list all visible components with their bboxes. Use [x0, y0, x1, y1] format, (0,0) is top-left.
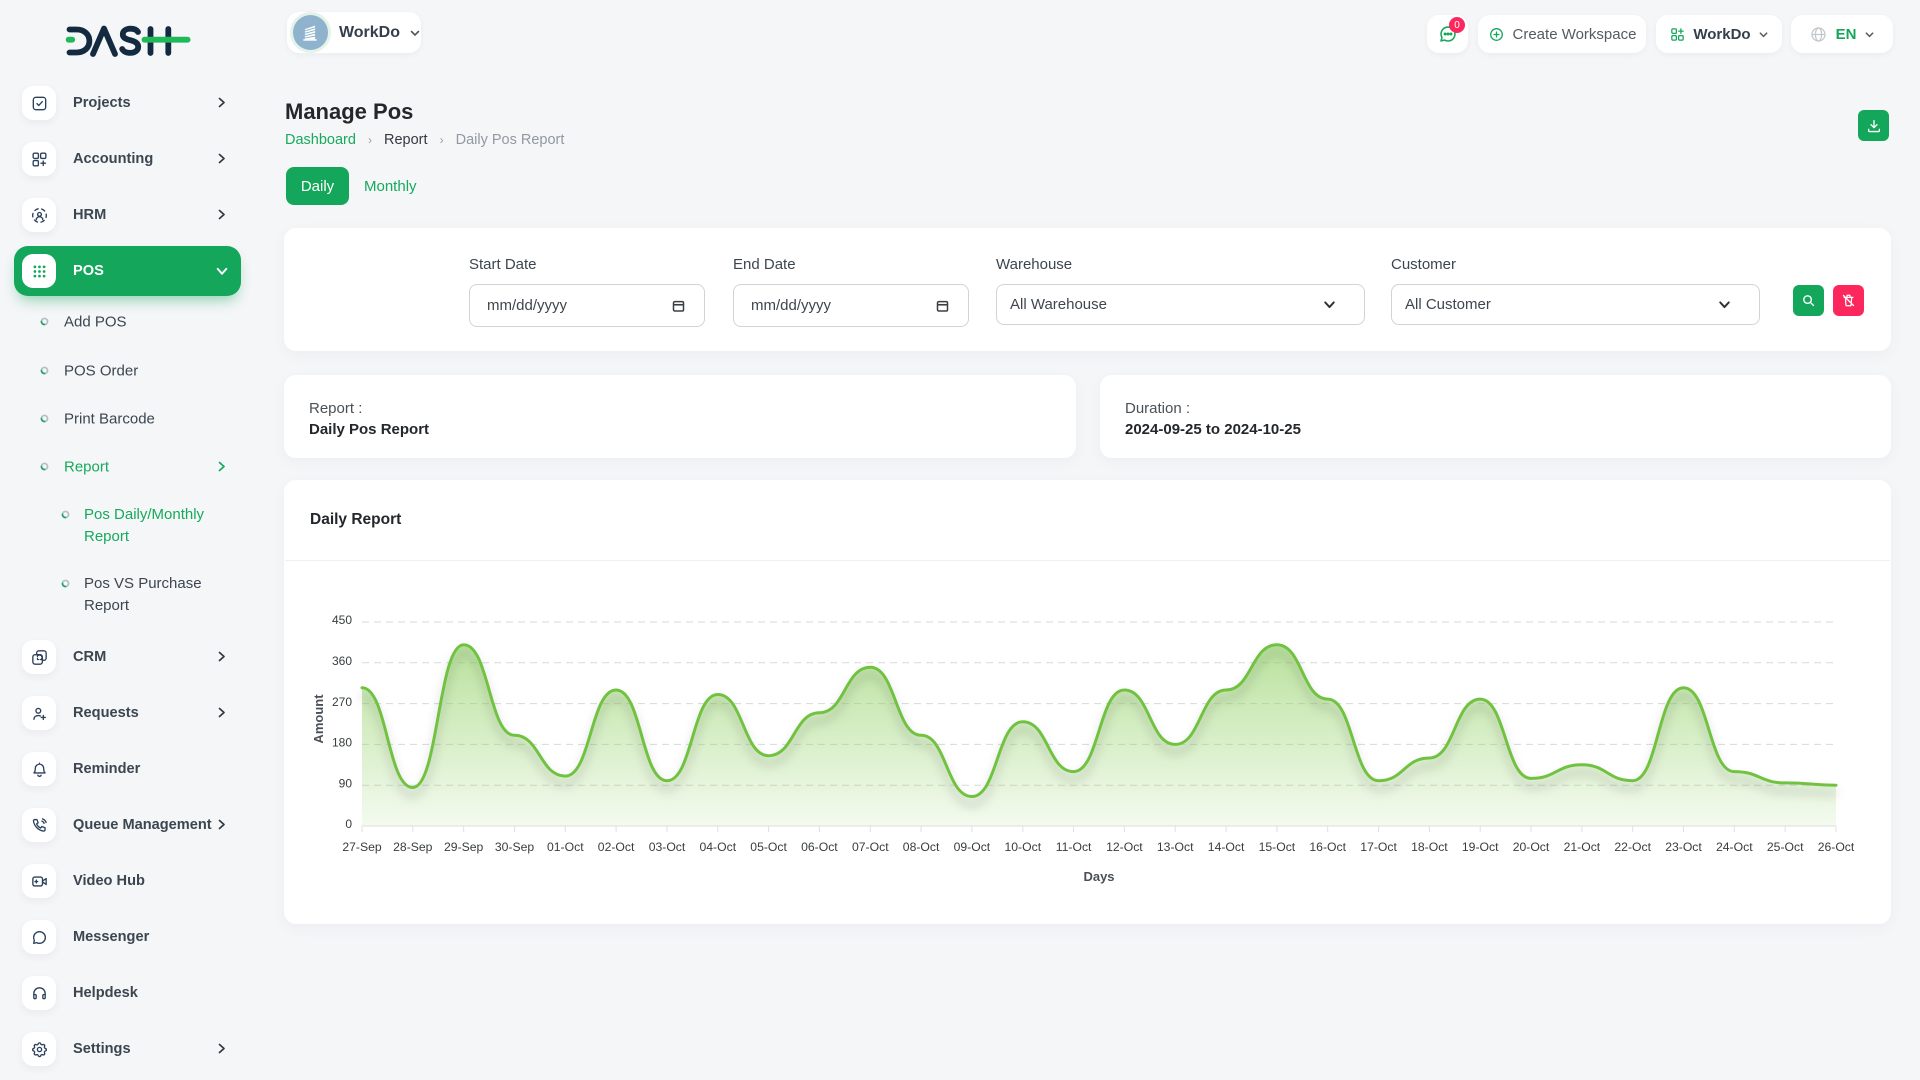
svg-text:03-Oct: 03-Oct	[649, 840, 686, 854]
svg-text:05-Oct: 05-Oct	[750, 840, 787, 854]
svg-text:450: 450	[332, 613, 352, 627]
svg-text:15-Oct: 15-Oct	[1259, 840, 1296, 854]
svg-text:270: 270	[332, 695, 352, 709]
svg-text:16-Oct: 16-Oct	[1309, 840, 1346, 854]
svg-text:19-Oct: 19-Oct	[1462, 840, 1499, 854]
svg-text:18-Oct: 18-Oct	[1411, 840, 1448, 854]
svg-text:04-Oct: 04-Oct	[700, 840, 737, 854]
svg-text:06-Oct: 06-Oct	[801, 840, 838, 854]
svg-text:Amount: Amount	[311, 694, 326, 744]
svg-text:Days: Days	[1083, 869, 1114, 884]
svg-text:11-Oct: 11-Oct	[1056, 840, 1092, 854]
svg-text:20-Oct: 20-Oct	[1513, 840, 1550, 854]
svg-text:360: 360	[332, 654, 352, 668]
svg-text:27-Sep: 27-Sep	[342, 840, 382, 854]
svg-text:26-Oct: 26-Oct	[1818, 840, 1855, 854]
svg-text:28-Sep: 28-Sep	[393, 840, 433, 854]
svg-text:22-Oct: 22-Oct	[1614, 840, 1651, 854]
svg-text:07-Oct: 07-Oct	[852, 840, 889, 854]
svg-text:14-Oct: 14-Oct	[1208, 840, 1245, 854]
svg-text:30-Sep: 30-Sep	[495, 840, 535, 854]
svg-text:24-Oct: 24-Oct	[1716, 840, 1753, 854]
svg-text:17-Oct: 17-Oct	[1360, 840, 1397, 854]
svg-text:01-Oct: 01-Oct	[547, 840, 584, 854]
svg-text:21-Oct: 21-Oct	[1564, 840, 1601, 854]
svg-text:29-Sep: 29-Sep	[444, 840, 484, 854]
svg-text:08-Oct: 08-Oct	[903, 840, 940, 854]
svg-text:09-Oct: 09-Oct	[954, 840, 991, 854]
svg-text:10-Oct: 10-Oct	[1005, 840, 1042, 854]
svg-text:25-Oct: 25-Oct	[1767, 840, 1804, 854]
svg-text:12-Oct: 12-Oct	[1106, 840, 1143, 854]
svg-text:90: 90	[339, 776, 353, 790]
svg-text:180: 180	[332, 736, 352, 750]
svg-text:02-Oct: 02-Oct	[598, 840, 635, 854]
svg-text:23-Oct: 23-Oct	[1665, 840, 1702, 854]
svg-text:13-Oct: 13-Oct	[1157, 840, 1194, 854]
svg-text:0: 0	[345, 817, 352, 831]
